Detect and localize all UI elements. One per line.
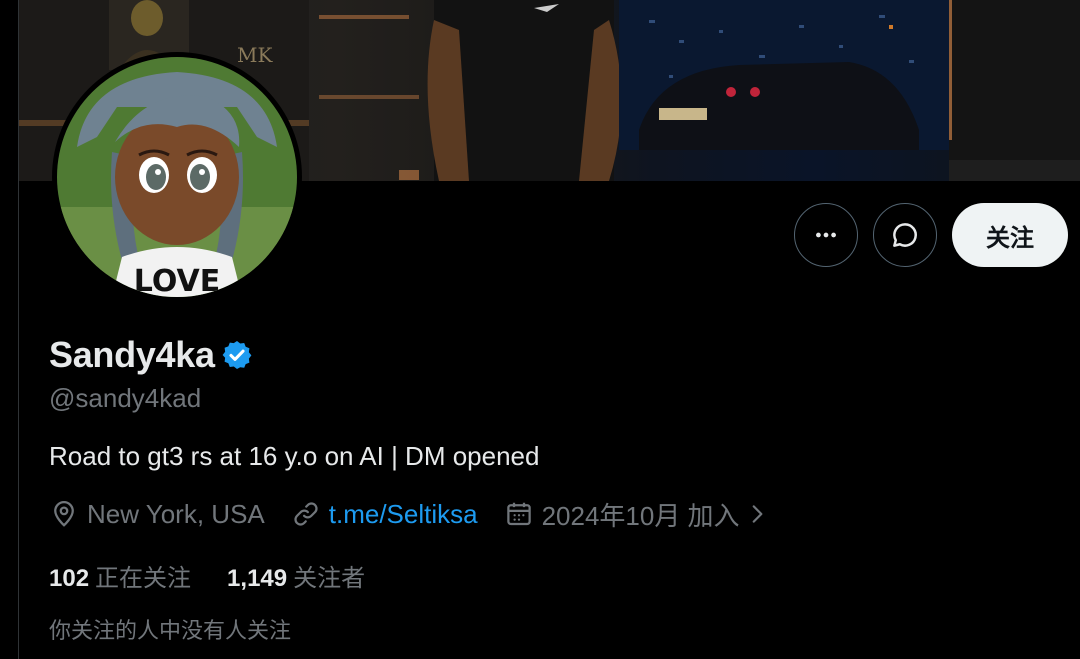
profile-handle: @sandy4kad xyxy=(49,383,202,413)
following-stat[interactable]: 102 正在关注 xyxy=(49,558,191,593)
joined-text: 2024年10月 加入 xyxy=(541,500,740,531)
followers-you-know-note: 你关注的人中没有人关注 xyxy=(49,618,292,643)
location-item: New York, USA xyxy=(49,499,265,530)
more-horizontal-icon xyxy=(816,232,836,238)
profile-bio: Road to gt3 rs at 16 y.o on AI | DM open… xyxy=(49,441,540,471)
website-item[interactable]: t.me/Seltiksa xyxy=(291,499,478,530)
profile-meta-row: New York, USA t.me/Seltiksa 2024年10月 加入 xyxy=(49,496,796,533)
following-label: 正在关注 xyxy=(95,565,192,592)
link-icon xyxy=(294,502,318,526)
following-count: 102 xyxy=(49,565,90,592)
avatar-image: LOVE xyxy=(57,57,297,297)
website-link[interactable]: t.me/Seltiksa xyxy=(329,499,478,530)
profile-name-row: Sandy4ka xyxy=(49,334,253,376)
chevron-right-icon xyxy=(752,505,762,523)
follow-stats: 102 正在关注 1,149 关注者 xyxy=(49,558,401,593)
location-pin-icon xyxy=(54,501,74,527)
followers-count: 1,149 xyxy=(227,565,288,592)
message-bubble-icon xyxy=(893,223,917,247)
location-text: New York, USA xyxy=(87,498,265,529)
calendar-icon xyxy=(506,502,531,526)
direct-message-button[interactable] xyxy=(873,203,937,267)
avatar[interactable]: LOVE xyxy=(52,52,302,302)
followers-label: 关注者 xyxy=(293,565,366,592)
more-options-button[interactable] xyxy=(794,203,858,267)
joined-item[interactable]: 2024年10月 加入 xyxy=(504,496,770,533)
followers-stat[interactable]: 1,149 关注者 xyxy=(227,558,365,593)
follow-button[interactable]: 关注 xyxy=(952,203,1068,267)
svg-text:MK: MK xyxy=(237,43,273,67)
verified-badge-icon[interactable] xyxy=(221,339,253,371)
avatar-shirt-text: LOVE xyxy=(134,264,220,297)
display-name: Sandy4ka xyxy=(49,334,215,375)
